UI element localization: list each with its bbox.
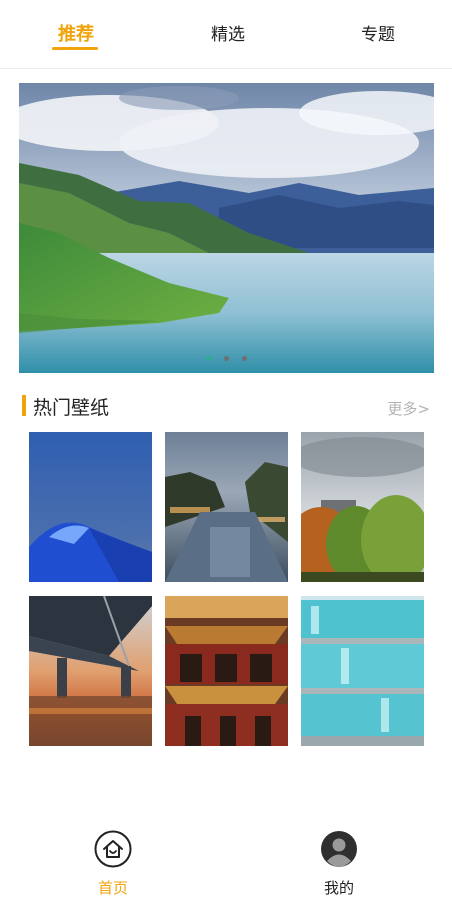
wallpaper-image-autumn-trees bbox=[301, 432, 424, 582]
section-title: 热门壁纸 bbox=[33, 397, 110, 419]
profile-icon bbox=[321, 831, 357, 867]
wallpaper-image-blue-facade bbox=[301, 596, 424, 746]
wallpaper-thumb-6[interactable] bbox=[301, 596, 424, 746]
nav-profile[interactable]: 我的 bbox=[299, 830, 379, 898]
tab-featured[interactable]: 精选 bbox=[188, 20, 268, 45]
nav-home[interactable]: 首页 bbox=[73, 830, 153, 898]
carousel-dot-3[interactable] bbox=[242, 356, 247, 361]
top-tab-bar: 推荐 精选 专题 bbox=[0, 0, 452, 69]
wallpaper-thumb-4[interactable] bbox=[29, 596, 152, 746]
banner-image-lake-mountains bbox=[19, 83, 434, 373]
carousel-dot-1[interactable] bbox=[206, 356, 211, 361]
section-accent-bar bbox=[22, 395, 26, 416]
carousel-dot-2[interactable] bbox=[224, 356, 229, 361]
bottom-nav-bar: 首页 我的 bbox=[0, 820, 452, 900]
home-icon bbox=[94, 830, 132, 868]
nav-profile-label: 我的 bbox=[323, 879, 354, 897]
carousel-indicator bbox=[19, 356, 434, 361]
hot-wallpapers-header: 热门壁纸 更多> bbox=[22, 392, 432, 420]
wallpaper-image-bridge-sunset bbox=[29, 596, 152, 746]
tab-recommend[interactable]: 推荐 bbox=[36, 20, 116, 50]
wallpaper-thumb-1[interactable] bbox=[29, 432, 152, 582]
tab-topics-label: 专题 bbox=[361, 25, 395, 45]
wallpaper-image-canal-town bbox=[165, 432, 288, 582]
tab-recommend-label: 推荐 bbox=[58, 24, 94, 45]
wallpaper-thumb-3[interactable] bbox=[301, 432, 424, 582]
active-tab-indicator bbox=[52, 47, 98, 50]
wallpaper-thumb-5[interactable] bbox=[165, 596, 288, 746]
wallpaper-thumb-2[interactable] bbox=[165, 432, 288, 582]
more-link[interactable]: 更多> bbox=[387, 398, 430, 419]
tab-featured-label: 精选 bbox=[211, 25, 245, 45]
nav-home-label: 首页 bbox=[97, 879, 128, 897]
wallpaper-image-blue-tent bbox=[29, 432, 152, 582]
banner-carousel[interactable] bbox=[19, 83, 434, 373]
tab-topics[interactable]: 专题 bbox=[338, 20, 418, 45]
wallpaper-image-palace-gate bbox=[165, 596, 288, 746]
